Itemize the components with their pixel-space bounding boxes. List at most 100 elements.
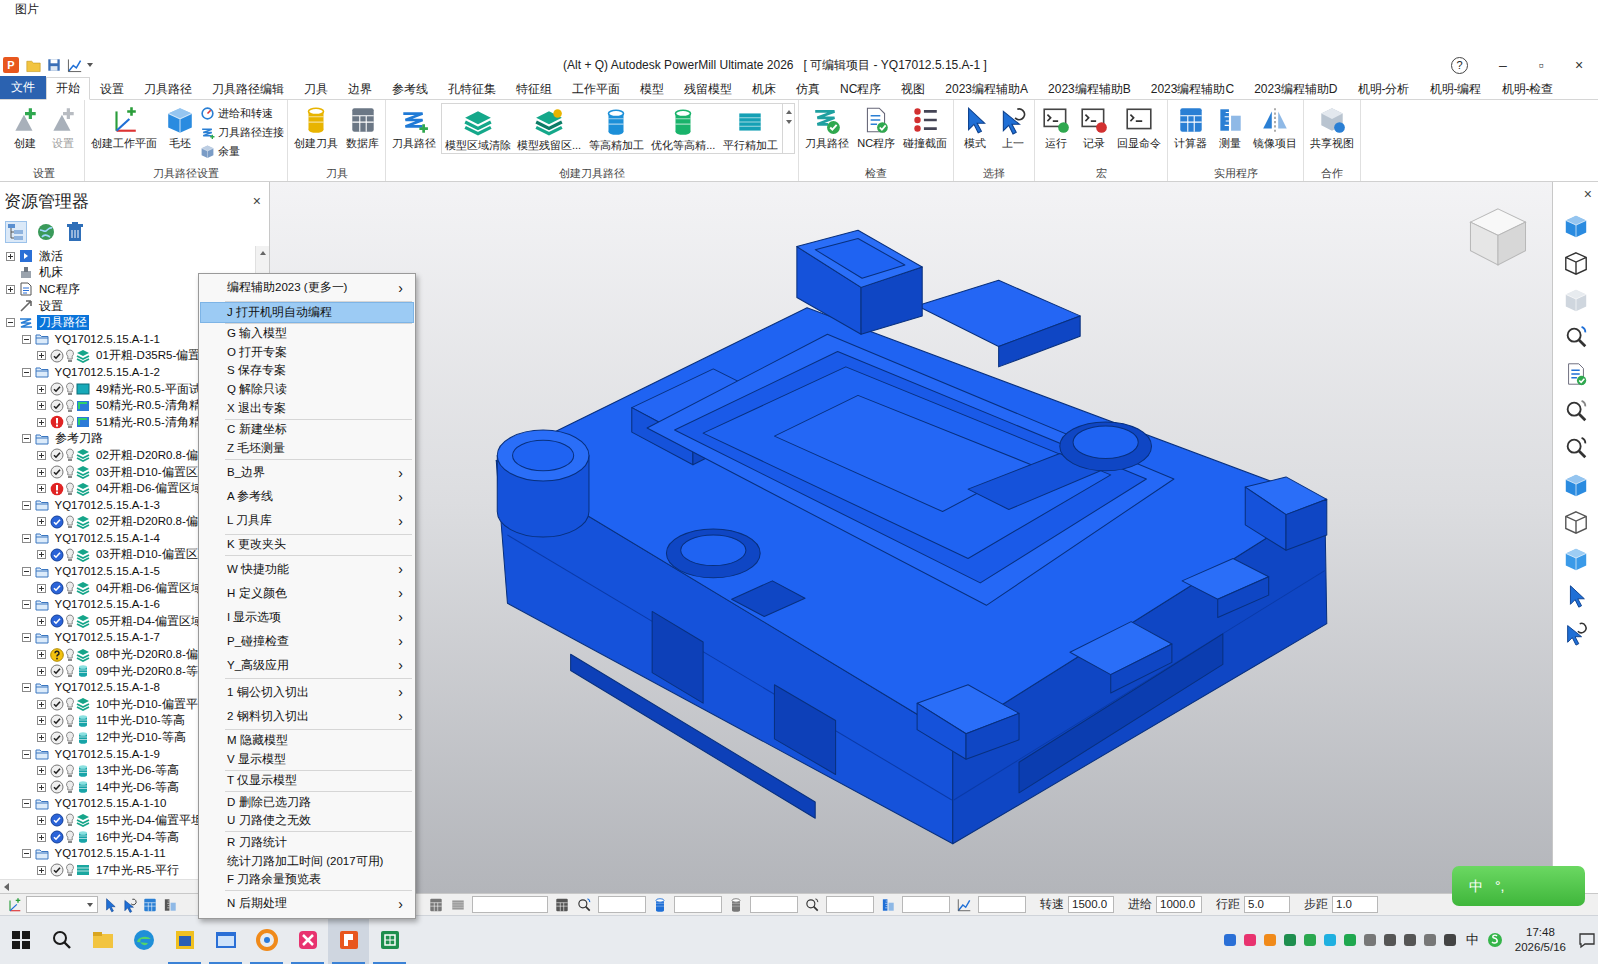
taskbar-app[interactable] xyxy=(328,917,369,964)
ribbon-tab[interactable]: 孔特征集 xyxy=(438,78,506,100)
value-field[interactable] xyxy=(826,896,874,913)
expander-toggle[interactable] xyxy=(22,799,31,808)
expander-toggle[interactable] xyxy=(37,766,46,775)
start-button[interactable] xyxy=(0,917,41,964)
view-top-icon[interactable] xyxy=(1563,213,1589,239)
taskbar-app[interactable] xyxy=(246,917,287,964)
menu-item[interactable]: Y_高级应用› xyxy=(201,653,413,677)
menu-item[interactable]: K 更改夹头 xyxy=(201,536,413,555)
toolbar-close-button[interactable]: × xyxy=(1584,186,1592,202)
taskbar-app[interactable] xyxy=(287,917,328,964)
menu-item[interactable]: J 打开机明自动编程 xyxy=(201,303,413,322)
ribbon-tab[interactable]: 刀具路径编辑 xyxy=(202,78,294,100)
menu-item[interactable]: Q 解除只读 xyxy=(201,380,413,399)
menu-item[interactable]: F 刀路余量预览表 xyxy=(201,871,413,890)
wire-cube-icon[interactable] xyxy=(1563,509,1589,535)
menu-item[interactable]: 编程辅助2023 (更多一)› xyxy=(201,276,413,300)
menu-item[interactable]: M 隐藏模型 xyxy=(201,731,413,750)
expander-toggle[interactable] xyxy=(37,484,46,493)
menu-item[interactable]: S 保存专案 xyxy=(201,362,413,381)
ribbon-button[interactable]: 等高精加工 xyxy=(584,104,648,153)
ribbon-button[interactable]: 碰撞截面 xyxy=(900,102,950,151)
readout-field[interactable]: 5.0 xyxy=(1244,896,1290,913)
ime-language[interactable]: 中 xyxy=(1469,876,1483,897)
ribbon-tab[interactable]: 机明-编程 xyxy=(1420,78,1492,100)
expander-toggle[interactable] xyxy=(37,418,46,427)
menu-item[interactable]: O 打开专案 xyxy=(201,343,413,362)
ime-punctuation[interactable]: °, xyxy=(1495,876,1505,897)
menu-item[interactable]: P_碰撞检查› xyxy=(201,629,413,653)
expander-toggle[interactable] xyxy=(6,318,15,327)
ribbon-button[interactable]: 刀具路径 xyxy=(389,102,439,151)
ribbon-button[interactable]: 创建工作平面 xyxy=(88,102,160,151)
ribbon-tab[interactable]: 机明-检查 xyxy=(1492,78,1564,100)
expander-toggle[interactable] xyxy=(37,816,46,825)
expander-toggle[interactable] xyxy=(22,600,31,609)
ribbon-tab[interactable]: 特征组 xyxy=(506,78,562,100)
shaded-cube-icon[interactable] xyxy=(1563,546,1589,572)
expander-toggle[interactable] xyxy=(37,584,46,593)
expander-toggle[interactable] xyxy=(22,434,31,443)
menu-item[interactable]: L 刀具库› xyxy=(201,509,413,533)
expander-toggle[interactable] xyxy=(6,285,15,294)
expander-toggle[interactable] xyxy=(37,385,46,394)
menu-item[interactable]: D 删除已选刀路 xyxy=(201,793,413,812)
undo-select-icon[interactable] xyxy=(1563,620,1589,646)
menu-item[interactable]: U 刀路使之无效 xyxy=(201,812,413,831)
expander-toggle[interactable] xyxy=(37,401,46,410)
zoom-out-icon[interactable] xyxy=(1563,435,1589,461)
expander-toggle[interactable] xyxy=(37,650,46,659)
ribbon-button[interactable]: 数据库 xyxy=(343,102,382,151)
ime-toolbar[interactable]: 中 °, xyxy=(1452,866,1585,906)
ribbon-tab[interactable]: 2023编程辅助C xyxy=(1141,78,1244,100)
ribbon-tab[interactable]: 机明-分析 xyxy=(1348,78,1420,100)
app-logo-icon[interactable]: P xyxy=(3,57,19,73)
expander-toggle[interactable] xyxy=(37,351,46,360)
expander-toggle[interactable] xyxy=(6,252,15,261)
ribbon-tab[interactable]: NC程序 xyxy=(830,78,891,100)
expander-toggle[interactable] xyxy=(22,335,31,344)
ribbon-button[interactable]: NC程序 xyxy=(854,102,898,151)
select-icon[interactable] xyxy=(1563,583,1589,609)
tree-item[interactable]: 激活 xyxy=(0,248,255,265)
value-field[interactable] xyxy=(598,896,646,913)
expander-toggle[interactable] xyxy=(37,617,46,626)
expander-toggle[interactable] xyxy=(22,567,31,576)
ribbon-button[interactable]: 共享视图 xyxy=(1307,102,1357,151)
menu-item[interactable]: C 新建坐标 xyxy=(201,421,413,440)
readout-field[interactable]: 1000.0 xyxy=(1156,896,1202,913)
part-model[interactable] xyxy=(496,230,1327,843)
menu-item[interactable]: I 显示选项› xyxy=(201,605,413,629)
zoom-box-icon[interactable] xyxy=(1563,398,1589,424)
ribbon-button[interactable]: 运行 xyxy=(1038,102,1074,151)
ribbon-tab[interactable]: 2023编程辅助B xyxy=(1038,78,1141,100)
expander-toggle[interactable] xyxy=(37,700,46,709)
scroll-left-arrow[interactable] xyxy=(4,883,9,891)
scroll-up-arrow[interactable] xyxy=(786,110,792,114)
value-field[interactable] xyxy=(750,896,798,913)
menu-item[interactable]: 1 铜公切入切出› xyxy=(201,680,413,704)
scroll-up-arrow[interactable] xyxy=(260,251,266,255)
value-field[interactable] xyxy=(978,896,1026,913)
ribbon-button[interactable]: 上一 xyxy=(995,102,1031,151)
menu-item[interactable]: V 显示模型 xyxy=(201,750,413,769)
ribbon-button[interactable]: 毛坯 xyxy=(162,102,198,151)
close-button[interactable]: × xyxy=(1560,55,1598,76)
expander-toggle[interactable] xyxy=(37,468,46,477)
minimize-button[interactable]: – xyxy=(1484,55,1522,76)
explorer-close-button[interactable]: × xyxy=(253,191,261,212)
menu-item[interactable]: G 输入模型 xyxy=(201,325,413,344)
expander-toggle[interactable] xyxy=(22,633,31,642)
ribbon-tab[interactable]: 参考线 xyxy=(382,78,438,100)
shaded-icon[interactable] xyxy=(1563,472,1589,498)
ribbon-button[interactable]: 模型残留区... xyxy=(514,104,584,153)
ribbon-small-button[interactable]: 余量 xyxy=(200,142,284,160)
menu-item[interactable]: N 后期处理› xyxy=(201,892,413,916)
workplane-dropdown[interactable] xyxy=(26,896,98,913)
ribbon-button[interactable]: 刀具路径 xyxy=(802,102,852,151)
expander-toggle[interactable] xyxy=(37,733,46,742)
menu-item[interactable]: W 快捷功能› xyxy=(201,557,413,581)
value-field[interactable] xyxy=(472,896,548,913)
expander-toggle[interactable] xyxy=(37,783,46,792)
value-field[interactable] xyxy=(902,896,950,913)
